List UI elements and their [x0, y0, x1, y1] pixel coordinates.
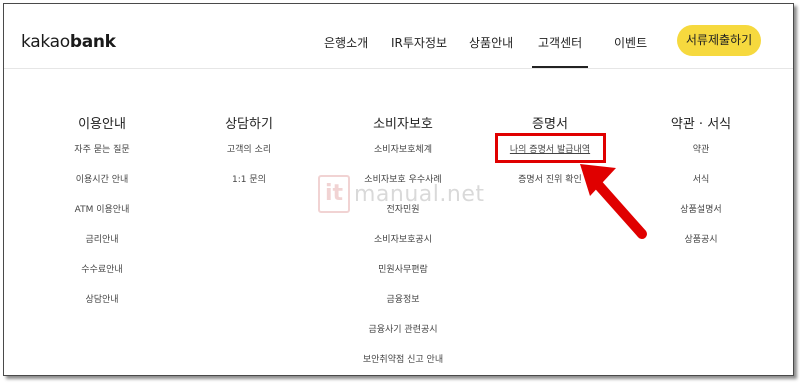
menu-item-faq[interactable]: 자주 묻는 질문 — [74, 142, 129, 155]
site-header: kakaobank 은행소개 IR투자정보 상품안내 고객센터 이벤트 서류제출… — [4, 4, 793, 69]
menu-item-vulnerability-report[interactable]: 보안취약점 신고 안내 — [363, 352, 443, 365]
nav-item-events[interactable]: 이벤트 — [614, 34, 647, 51]
watermark-text: manual.net — [354, 181, 485, 207]
page-frame: kakaobank 은행소개 IR투자정보 상품안내 고객센터 이벤트 서류제출… — [3, 3, 794, 376]
menu-item-product-descriptions[interactable]: 상품설명서 — [680, 202, 721, 215]
menu-item-fraud-disclosure[interactable]: 금융사기 관련공시 — [368, 322, 437, 335]
submit-documents-button[interactable]: 서류제출하기 — [677, 25, 761, 56]
menu-item-interest-rates[interactable]: 금리안내 — [85, 232, 118, 245]
arrow-pointer-icon — [580, 164, 647, 239]
menu-item-forms[interactable]: 서식 — [693, 172, 710, 185]
nav-item-customer-center[interactable]: 고객센터 — [538, 34, 582, 51]
menu-item-complaint-handbook[interactable]: 민원사무편람 — [378, 262, 428, 275]
menu-heading-certificates: 증명서 — [532, 117, 568, 132]
menu-item-service-hours[interactable]: 이용시간 안내 — [76, 172, 129, 185]
watermark-logo-icon: it — [318, 175, 350, 213]
menu-item-terms[interactable]: 약관 — [693, 142, 710, 155]
nav-item-bank-intro[interactable]: 은행소개 — [324, 34, 368, 51]
menu-item-atm-guide[interactable]: ATM 이용안내 — [75, 202, 130, 215]
menu-heading-consultation: 상담하기 — [225, 117, 273, 132]
menu-heading-usage-guide: 이용안내 — [78, 117, 126, 132]
menu-item-protection-system[interactable]: 소비자보호체계 — [374, 142, 432, 155]
nav-item-ir[interactable]: IR투자정보 — [391, 34, 447, 51]
nav-active-indicator — [532, 66, 588, 68]
menu-heading-terms-forms: 약관 · 서식 — [670, 117, 732, 132]
menu-item-certificate-verification[interactable]: 증명서 진위 확인 — [518, 172, 582, 185]
logo-text-bank: bank — [69, 32, 116, 52]
nav-item-products[interactable]: 상품안내 — [469, 34, 513, 51]
menu-item-one-on-one-inquiry[interactable]: 1:1 문의 — [232, 172, 266, 185]
menu-item-customer-voice[interactable]: 고객의 소리 — [227, 142, 271, 155]
menu-heading-consumer-protection: 소비자보호 — [373, 117, 433, 132]
menu-item-financial-info[interactable]: 금융정보 — [386, 292, 419, 305]
logo-text-kakao: kakao — [21, 32, 70, 52]
kakaobank-logo[interactable]: kakaobank — [21, 32, 116, 52]
menu-item-consultation-guide[interactable]: 상담안내 — [85, 292, 118, 305]
menu-item-protection-disclosure[interactable]: 소비자보호공시 — [374, 232, 432, 245]
menu-item-fees[interactable]: 수수료안내 — [81, 262, 122, 275]
menu-item-product-disclosure[interactable]: 상품공시 — [684, 232, 717, 245]
watermark: it manual.net — [318, 174, 485, 214]
